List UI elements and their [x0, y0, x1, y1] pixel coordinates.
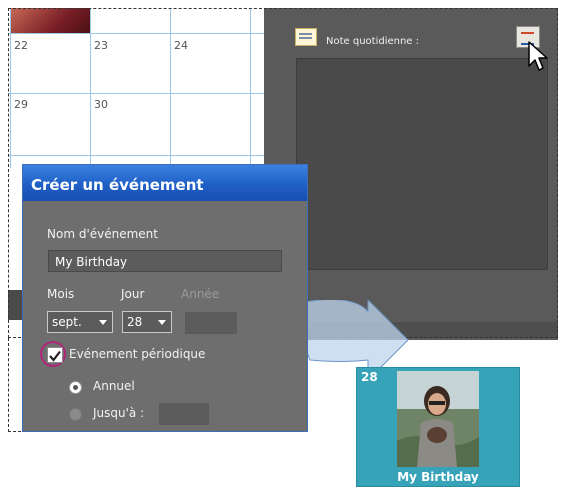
annual-radio[interactable] — [69, 381, 82, 394]
dialog-title: Créer un événement — [31, 176, 204, 194]
card-label: My Birthday — [397, 470, 479, 484]
radio-dot-icon — [73, 385, 78, 390]
year-label: Année — [181, 287, 220, 301]
card-date: 28 — [361, 370, 378, 384]
day-select[interactable]: 28 — [122, 311, 172, 333]
month-select[interactable]: sept. — [47, 311, 113, 333]
chevron-down-icon — [99, 320, 107, 325]
month-label: Mois — [47, 287, 75, 301]
birthday-photo — [397, 371, 479, 467]
recurring-event-checkbox[interactable] — [47, 347, 63, 363]
annual-radio-label: Annuel — [93, 379, 135, 393]
birthday-event-card[interactable]: 28 My Birthday — [356, 367, 520, 487]
month-select-value: sept. — [52, 315, 82, 329]
create-event-dialog: Créer un événement Nom d'événement My Bi… — [22, 164, 308, 432]
recurring-event-label: Evénement périodique — [69, 347, 206, 361]
dialog-titlebar[interactable]: Créer un événement — [23, 165, 307, 201]
event-name-label: Nom d'événement — [47, 227, 158, 241]
until-radio[interactable] — [69, 408, 82, 421]
year-input[interactable] — [185, 312, 237, 334]
event-name-input[interactable]: My Birthday — [48, 250, 282, 272]
chevron-down-icon — [158, 320, 166, 325]
until-date-input[interactable] — [159, 403, 209, 425]
day-label: Jour — [121, 287, 145, 301]
checkmark-icon — [49, 350, 61, 362]
until-radio-label: Jusqu'à : — [93, 406, 145, 420]
day-select-value: 28 — [127, 315, 143, 329]
